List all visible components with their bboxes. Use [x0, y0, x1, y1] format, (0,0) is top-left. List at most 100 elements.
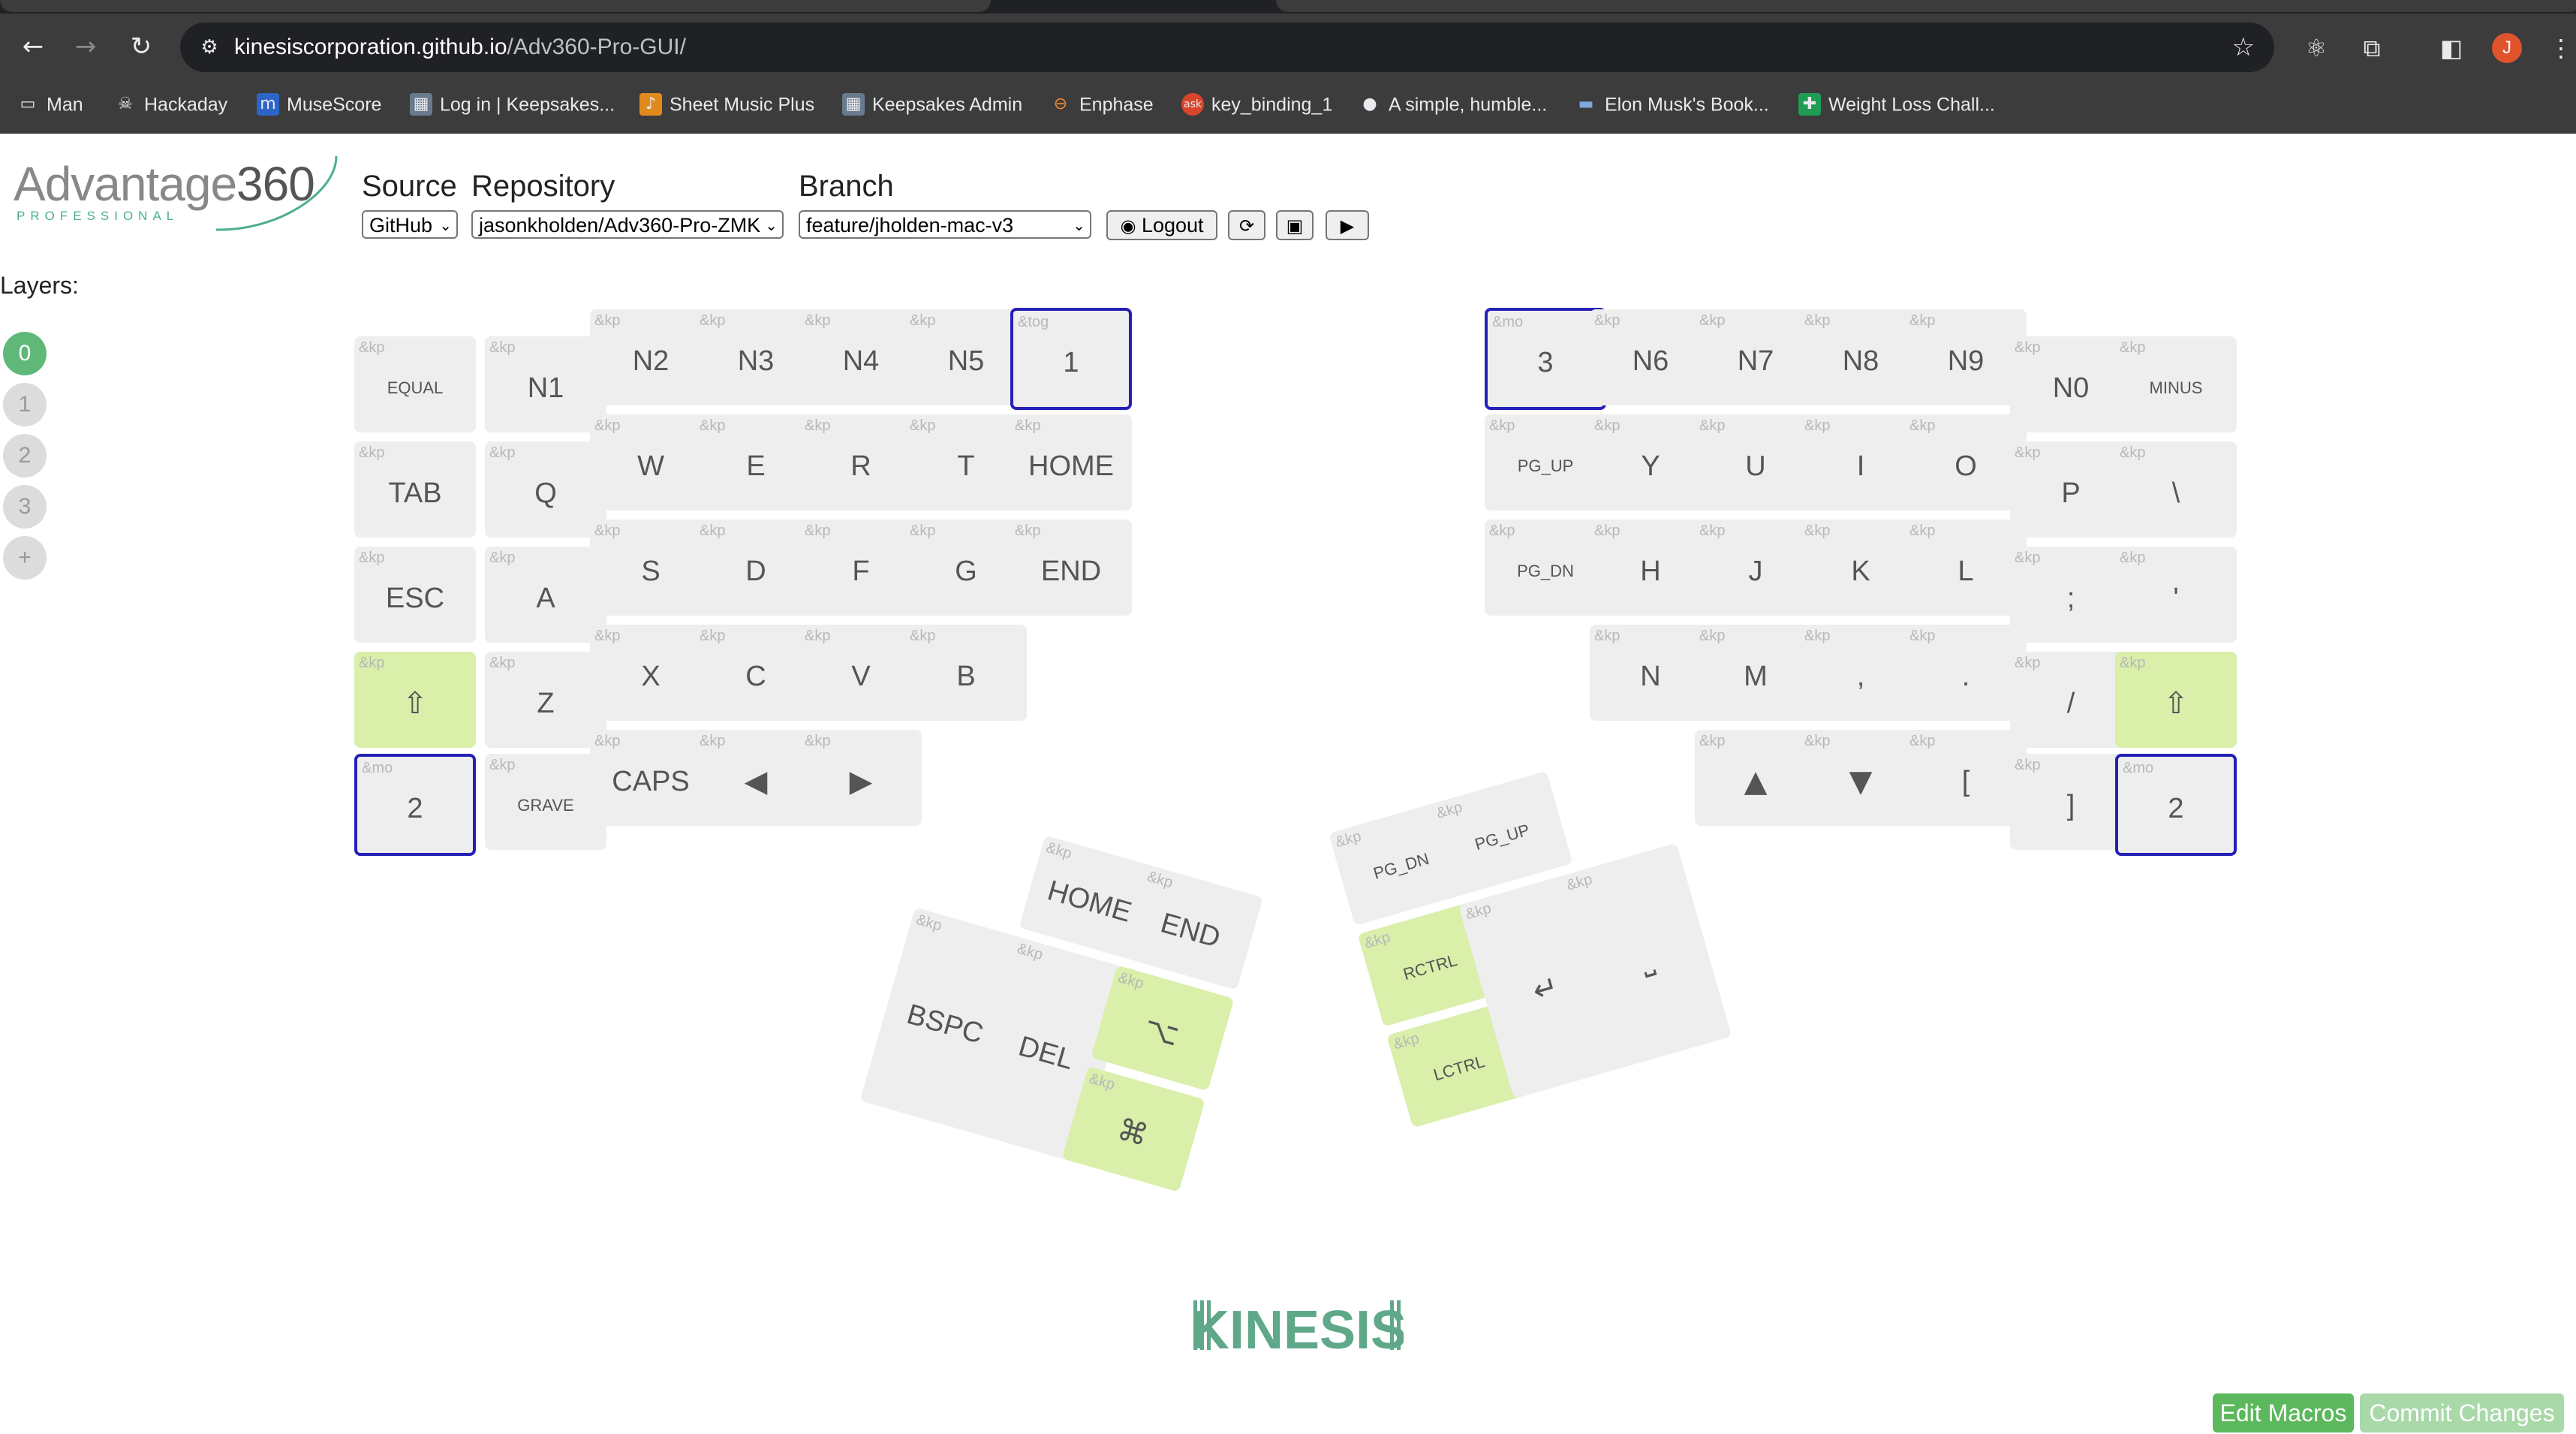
- back-icon[interactable]: ←: [15, 29, 51, 65]
- bookmark-item[interactable]: ask key_binding_1: [1181, 84, 1332, 123]
- bookmark-item[interactable]: ▬ Elon Musk's Book...: [1575, 84, 1769, 123]
- key-p[interactable]: &kp P: [2010, 441, 2132, 538]
- key-grave[interactable]: &kp GRAVE: [485, 754, 606, 850]
- key-end[interactable]: &kp END: [1010, 520, 1132, 616]
- key-pg-dn[interactable]: &kp PG_DN: [1485, 520, 1606, 616]
- bookmark-item[interactable]: m MuseScore: [257, 84, 381, 123]
- play-button[interactable]: ▶: [1326, 210, 1369, 240]
- key-t[interactable]: &kp T: [905, 414, 1027, 511]
- key-n4[interactable]: &kp N4: [800, 309, 922, 405]
- key-n5[interactable]: &kp N5: [905, 309, 1027, 405]
- key-n2[interactable]: &kp N2: [590, 309, 712, 405]
- forward-icon[interactable]: →: [68, 29, 104, 65]
- layer-0-button[interactable]: 0: [3, 332, 47, 375]
- key-n7[interactable]: &kp N7: [1695, 309, 1816, 405]
- key-3[interactable]: &mo 3: [1485, 308, 1606, 410]
- bookmark-item[interactable]: ⊖ Enphase: [1049, 84, 1154, 123]
- key-e[interactable]: &kp E: [695, 414, 817, 511]
- key-i[interactable]: &kp I: [1800, 414, 1921, 511]
- key-c[interactable]: &kp C: [695, 625, 817, 721]
- key-s[interactable]: &kp S: [590, 520, 712, 616]
- profile-avatar[interactable]: J: [2492, 33, 2522, 63]
- branch-select[interactable]: feature/jholden-mac-v3 ⌄: [799, 210, 1091, 239]
- source-select[interactable]: GitHub ⌄: [362, 210, 458, 239]
- key-n8[interactable]: &kp N8: [1800, 309, 1921, 405]
- bookmark-item[interactable]: ▦ Keepsakes Admin: [842, 84, 1022, 123]
- key-q[interactable]: &kp Q: [485, 441, 606, 538]
- bookmark-item[interactable]: ☠ Hackaday: [114, 84, 227, 123]
- extensions-icon[interactable]: ⧉: [2352, 29, 2391, 68]
- key-symbol[interactable]: &kp /: [2010, 652, 2132, 748]
- add-layer-button[interactable]: +: [3, 536, 47, 580]
- key-a[interactable]: &kp A: [485, 547, 606, 643]
- key-minus[interactable]: &kp MINUS: [2115, 336, 2237, 432]
- side-panel-icon[interactable]: ◧: [2432, 29, 2471, 68]
- key-esc[interactable]: &kp ESC: [354, 547, 476, 643]
- layer-2-button[interactable]: 2: [3, 434, 47, 477]
- key-symbol[interactable]: &kp]: [2010, 754, 2132, 850]
- key-symbol[interactable]: &kp ▲: [1695, 730, 1816, 826]
- key-x[interactable]: &kp X: [590, 625, 712, 721]
- logout-button[interactable]: ◉ Logout: [1106, 210, 1217, 240]
- url-text[interactable]: kinesiscorporation.github.io/Adv360-Pro-…: [234, 23, 686, 72]
- site-settings-icon[interactable]: ⚙: [195, 33, 224, 62]
- key-end[interactable]: &kp END: [1119, 863, 1263, 990]
- key-symbol[interactable]: &kp \: [2115, 441, 2237, 538]
- key-symbol[interactable]: &kp[: [1905, 730, 2027, 826]
- key-2[interactable]: &mo 2: [2115, 754, 2237, 856]
- bookmark-item[interactable]: ▭ Man: [17, 84, 83, 123]
- browser-tab[interactable]: [0, 0, 991, 12]
- key-f[interactable]: &kp F: [800, 520, 922, 616]
- bookmark-item[interactable]: ✚ Weight Loss Chall...: [1798, 84, 1995, 123]
- key-caps[interactable]: &kp CAPS: [590, 730, 712, 826]
- reload-icon[interactable]: ↻: [123, 29, 159, 65]
- key-y[interactable]: &kp Y: [1590, 414, 1711, 511]
- key-n0[interactable]: &kp N0: [2010, 336, 2132, 432]
- key-l[interactable]: &kp L: [1905, 520, 2027, 616]
- menu-kebab-icon[interactable]: ⋮: [2541, 29, 2576, 68]
- layer-1-button[interactable]: 1: [3, 383, 47, 426]
- key-n[interactable]: &kp N: [1590, 625, 1711, 721]
- key-pg-up[interactable]: &kp PG_UP: [1485, 414, 1606, 511]
- key-b[interactable]: &kp B: [905, 625, 1027, 721]
- key-symbol[interactable]: &kp ': [2115, 547, 2237, 643]
- key-2[interactable]: &mo 2: [354, 754, 476, 856]
- key-symbol[interactable]: &kp,: [1800, 625, 1921, 721]
- key-u[interactable]: &kp U: [1695, 414, 1816, 511]
- key-v[interactable]: &kp V: [800, 625, 922, 721]
- key-symbol[interactable]: &kp ▼: [1800, 730, 1921, 826]
- key-w[interactable]: &kp W: [590, 414, 712, 511]
- bookmark-item[interactable]: ● A simple, humble...: [1359, 84, 1547, 123]
- bookmark-item[interactable]: ♪ Sheet Music Plus: [639, 84, 814, 123]
- key-z[interactable]: &kp Z: [485, 652, 606, 748]
- key-n3[interactable]: &kp N3: [695, 309, 817, 405]
- flash-button[interactable]: ▣: [1276, 210, 1314, 240]
- key-home[interactable]: &kp HOME: [1010, 414, 1132, 511]
- react-devtools-icon[interactable]: ⚛: [2297, 29, 2336, 68]
- key-symbol[interactable]: &kp ⇧: [2115, 652, 2237, 748]
- key-symbol[interactable]: &kp ⌥: [1091, 965, 1235, 1092]
- key-m[interactable]: &kp M: [1695, 625, 1816, 721]
- key-symbol[interactable]: &kp.: [1905, 625, 2027, 721]
- key-n6[interactable]: &kp N6: [1590, 309, 1711, 405]
- key-d[interactable]: &kp D: [695, 520, 817, 616]
- key-n1[interactable]: &kp N1: [485, 336, 606, 432]
- key-symbol[interactable]: &kp;: [2010, 547, 2132, 643]
- key-o[interactable]: &kp O: [1905, 414, 2027, 511]
- key-j[interactable]: &kp J: [1695, 520, 1816, 616]
- key-g[interactable]: &kp G: [905, 520, 1027, 616]
- address-bar[interactable]: ⚙ kinesiscorporation.github.io/Adv360-Pr…: [180, 23, 2274, 72]
- key-r[interactable]: &kp R: [800, 414, 922, 511]
- edit-macros-button[interactable]: Edit Macros: [2213, 1393, 2354, 1432]
- bookmark-item[interactable]: ▦ Log in | Keepsakes...: [410, 84, 615, 123]
- key-tab[interactable]: &kp TAB: [354, 441, 476, 538]
- bookmark-star-icon[interactable]: ☆: [2232, 23, 2255, 72]
- key-h[interactable]: &kp H: [1590, 520, 1711, 616]
- key-equal[interactable]: &kp EQUAL: [354, 336, 476, 432]
- key-symbol[interactable]: &kp ⇧: [354, 652, 476, 748]
- sync-button[interactable]: ⟳: [1228, 210, 1265, 240]
- key-k[interactable]: &kp K: [1800, 520, 1921, 616]
- browser-tab[interactable]: [1276, 0, 2576, 12]
- key-1[interactable]: &tog 1: [1010, 308, 1132, 410]
- key-symbol[interactable]: &kp ⌘: [1061, 1066, 1205, 1192]
